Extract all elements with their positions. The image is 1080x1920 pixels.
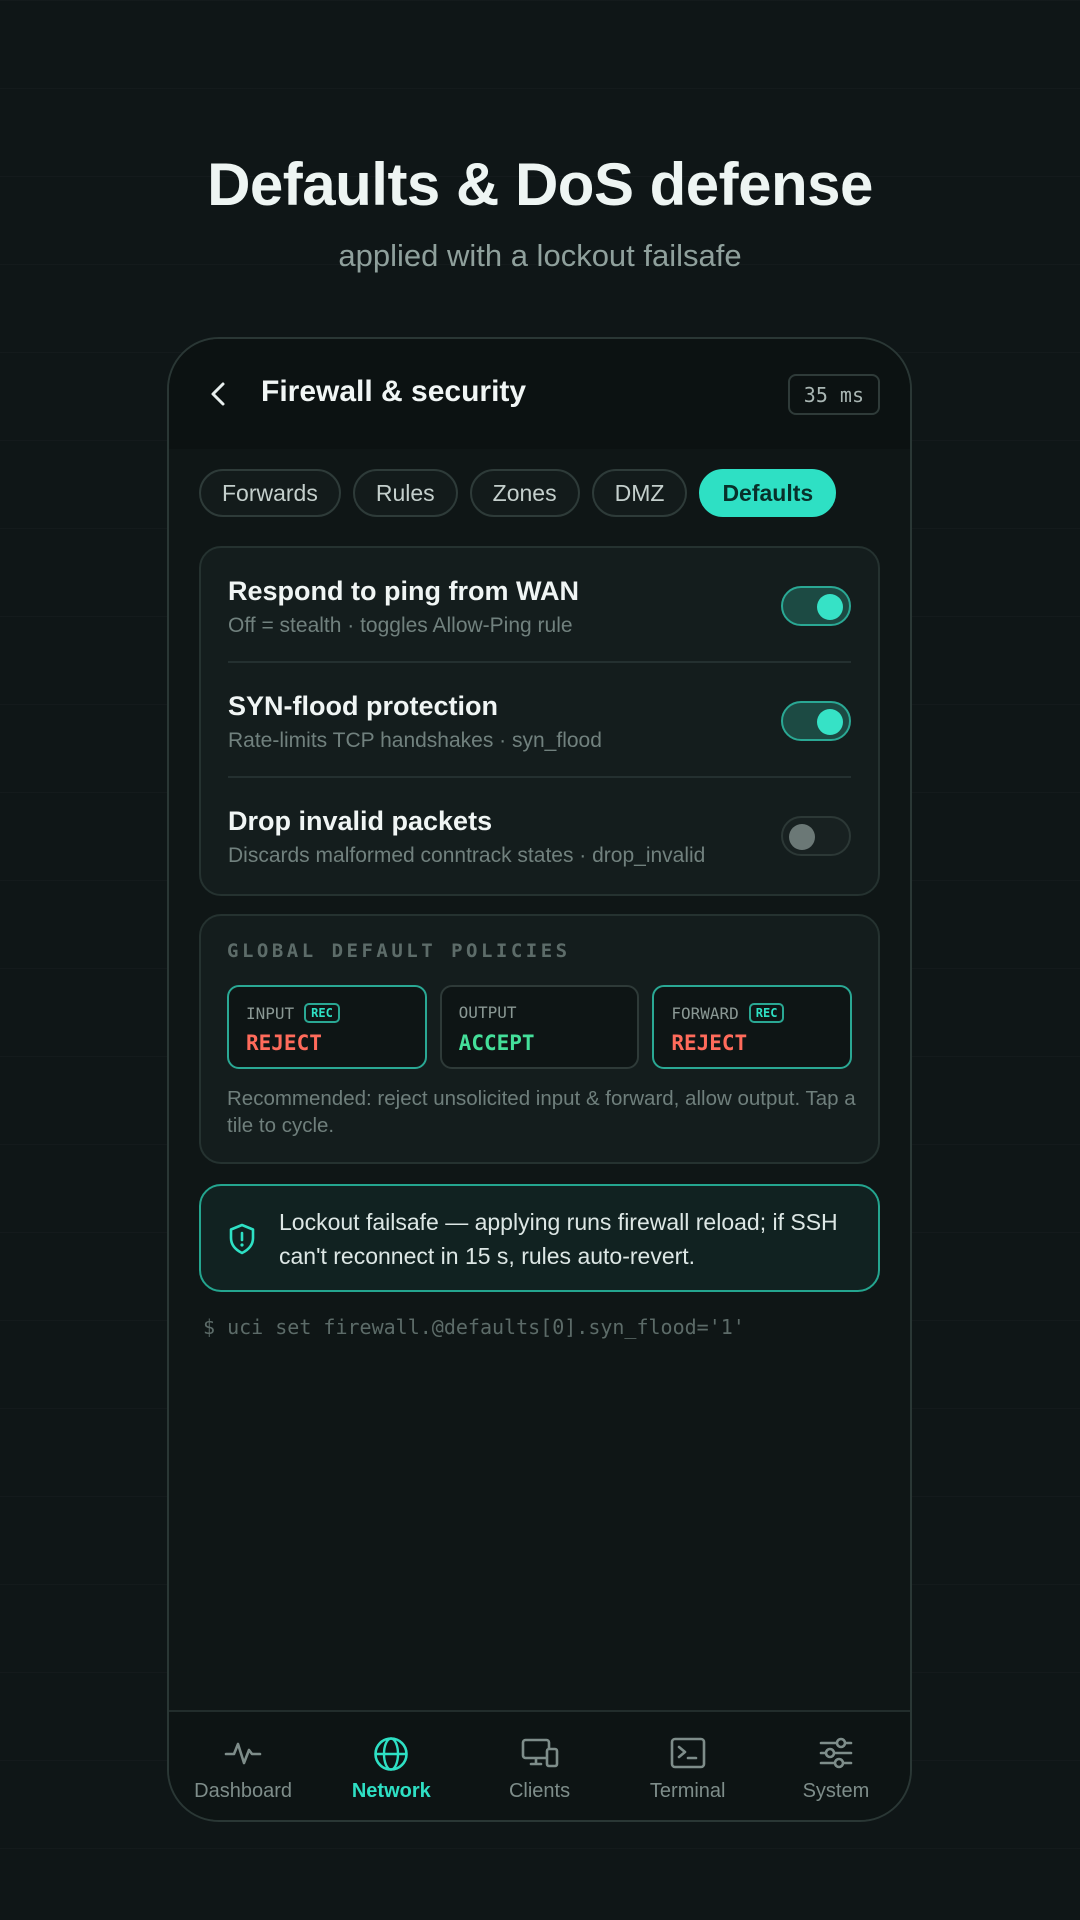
nav-label: Network xyxy=(351,1780,431,1802)
tab-defaults[interactable]: Defaults xyxy=(699,469,837,517)
toggle-subtitle: Rate-limits TCP handshakes · syn_flood xyxy=(228,729,602,752)
page-title: Firewall & security xyxy=(261,375,527,408)
tab-rules[interactable]: Rules xyxy=(352,469,458,517)
tile-label: FORWARD xyxy=(671,1003,739,1023)
policy-tiles: INPUT REC REJECT OUTPUT ACCEPT FORWARD R… xyxy=(227,985,853,1069)
toggle-title: SYN-flood protection xyxy=(228,691,498,721)
policies-title: GLOBAL DEFAULT POLICIES xyxy=(227,940,571,962)
toggle-subtitle: Discards malformed conntrack states · dr… xyxy=(228,844,706,867)
terminal-icon xyxy=(670,1737,706,1769)
drop-invalid-switch[interactable] xyxy=(781,816,851,856)
toggle-row-ping: Respond to ping from WAN Off = stealth ·… xyxy=(228,548,851,663)
app-bar: Firewall & security 35 ms xyxy=(169,339,910,449)
nav-label: Clients xyxy=(508,1780,571,1802)
nav-network[interactable]: Network xyxy=(317,1712,465,1820)
tab-forwards[interactable]: Forwards xyxy=(199,469,341,517)
tile-value: REJECT xyxy=(671,1031,748,1055)
toggle-row-invalid: Drop invalid packets Discards malformed … xyxy=(228,778,851,893)
toggle-row-synflood: SYN-flood protection Rate-limits TCP han… xyxy=(228,663,851,778)
toggle-title: Drop invalid packets xyxy=(228,806,493,836)
switch-knob xyxy=(817,594,843,620)
nav-label: System xyxy=(802,1780,870,1802)
toggle-card: Respond to ping from WAN Off = stealth ·… xyxy=(199,546,880,896)
nav-clients[interactable]: Clients xyxy=(465,1712,613,1820)
syn-flood-switch[interactable] xyxy=(781,701,851,741)
phone-frame: Firewall & security 35 ms Forwards Rules… xyxy=(167,337,912,1822)
back-button[interactable] xyxy=(199,374,239,414)
shield-alert-icon xyxy=(229,1223,255,1255)
nav-label: Dashboard xyxy=(194,1780,293,1802)
tile-label: INPUT xyxy=(246,1003,295,1023)
tile-label-row: OUTPUT xyxy=(459,1003,517,1022)
policies-card: GLOBAL DEFAULT POLICIES INPUT REC REJECT… xyxy=(199,914,880,1164)
policy-tile-input[interactable]: INPUT REC REJECT xyxy=(227,985,427,1069)
tab-zones[interactable]: Zones xyxy=(469,469,580,517)
tile-label-row: FORWARD REC xyxy=(671,1003,785,1023)
tile-label-row: INPUT REC xyxy=(246,1003,340,1023)
chevron-left-icon xyxy=(211,382,225,406)
nav-dashboard[interactable]: Dashboard xyxy=(169,1712,317,1820)
latency-badge: 35 ms xyxy=(787,374,880,415)
toggle-title: Respond to ping from WAN xyxy=(228,576,579,606)
tab-bar: Forwards Rules Zones DMZ Defaults xyxy=(199,469,837,517)
devices-icon xyxy=(521,1738,558,1768)
tile-value: REJECT xyxy=(246,1031,322,1055)
sliders-icon xyxy=(819,1737,853,1769)
globe-icon xyxy=(374,1737,409,1771)
activity-icon xyxy=(224,1742,262,1765)
failsafe-text: Lockout failsafe — applying runs firewal… xyxy=(279,1209,838,1269)
tile-value: ACCEPT xyxy=(458,1031,535,1055)
uci-command: $ uci set firewall.@defaults[0].syn_floo… xyxy=(203,1315,745,1339)
switch-knob xyxy=(789,824,815,850)
bottom-nav: Dashboard Network Clients Terminal Syste… xyxy=(169,1710,910,1820)
toggle-subtitle: Off = stealth · toggles Allow-Ping rule xyxy=(228,614,573,637)
nav-label: Terminal xyxy=(649,1780,726,1802)
hero-subtitle: applied with a lockout failsafe xyxy=(338,238,742,273)
tile-label: OUTPUT xyxy=(458,1003,517,1022)
switch-knob xyxy=(817,709,843,735)
tab-dmz[interactable]: DMZ xyxy=(591,469,688,517)
failsafe-banner: Lockout failsafe — applying runs firewal… xyxy=(199,1184,880,1292)
policies-note: Recommended: reject unsolicited input & … xyxy=(227,1087,856,1137)
hero-title: Defaults & DoS defense xyxy=(207,151,873,218)
rec-badge: REC xyxy=(748,1003,785,1023)
nav-system[interactable]: System xyxy=(762,1712,910,1820)
policy-tile-output[interactable]: OUTPUT ACCEPT xyxy=(439,985,640,1069)
nav-terminal[interactable]: Terminal xyxy=(614,1712,762,1820)
policy-tile-forward[interactable]: FORWARD REC REJECT xyxy=(652,985,853,1069)
rec-badge: REC xyxy=(304,1003,340,1023)
ping-wan-switch[interactable] xyxy=(781,586,851,626)
